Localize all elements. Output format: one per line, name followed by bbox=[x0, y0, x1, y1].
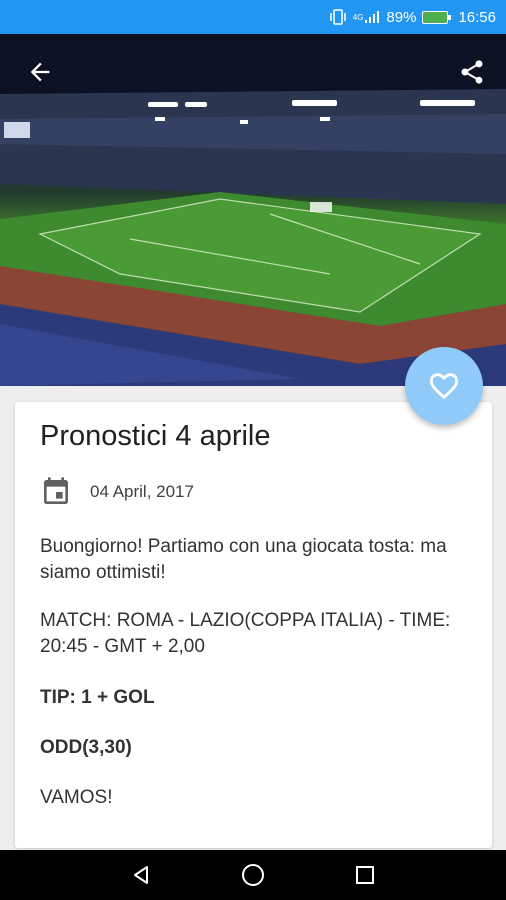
triangle-back-icon bbox=[134, 866, 148, 884]
signal-label: 4G bbox=[352, 12, 364, 22]
stadium-illustration bbox=[0, 34, 506, 386]
status-bar: 4G 89% 16:56 bbox=[0, 0, 506, 34]
clock: 16:56 bbox=[458, 8, 496, 26]
post-paragraph-1: Buongiorno! Partiamo con una giocata tos… bbox=[40, 536, 447, 583]
post-title: Pronostici 4 aprile bbox=[40, 420, 271, 452]
post-paragraph-5: VAMOS! bbox=[40, 787, 113, 808]
nav-back-button[interactable] bbox=[126, 860, 156, 890]
post-card: Pronostici 4 aprile 04 April, 2017 Buong… bbox=[15, 402, 492, 848]
hero-image bbox=[0, 34, 506, 386]
favorite-button[interactable] bbox=[405, 347, 483, 425]
heart-outline-icon bbox=[429, 373, 459, 400]
post-date: 04 April, 2017 bbox=[90, 482, 194, 501]
share-icon bbox=[461, 60, 483, 84]
vibrate-icon bbox=[329, 9, 347, 25]
back-button[interactable] bbox=[20, 52, 60, 92]
post-paragraph-4: ODD(3,30) bbox=[40, 737, 132, 758]
square-recents-icon bbox=[356, 866, 374, 884]
calendar-icon bbox=[44, 477, 68, 504]
nav-home-button[interactable] bbox=[238, 860, 268, 890]
nav-recents-button[interactable] bbox=[350, 860, 380, 890]
circle-home-icon bbox=[242, 864, 264, 886]
arrow-left-icon bbox=[30, 62, 50, 82]
battery-icon bbox=[422, 10, 452, 24]
date-row: 04 April, 2017 bbox=[40, 476, 194, 508]
battery-percent: 89% bbox=[386, 8, 417, 26]
post-paragraph-2: MATCH: ROMA - LAZIO(COPPA ITALIA) - TIME… bbox=[40, 610, 451, 657]
signal-icon: 4G bbox=[353, 10, 381, 24]
navigation-bar bbox=[0, 850, 506, 900]
post-paragraph-3: TIP: 1 + GOL bbox=[40, 687, 155, 708]
share-button[interactable] bbox=[452, 52, 492, 92]
